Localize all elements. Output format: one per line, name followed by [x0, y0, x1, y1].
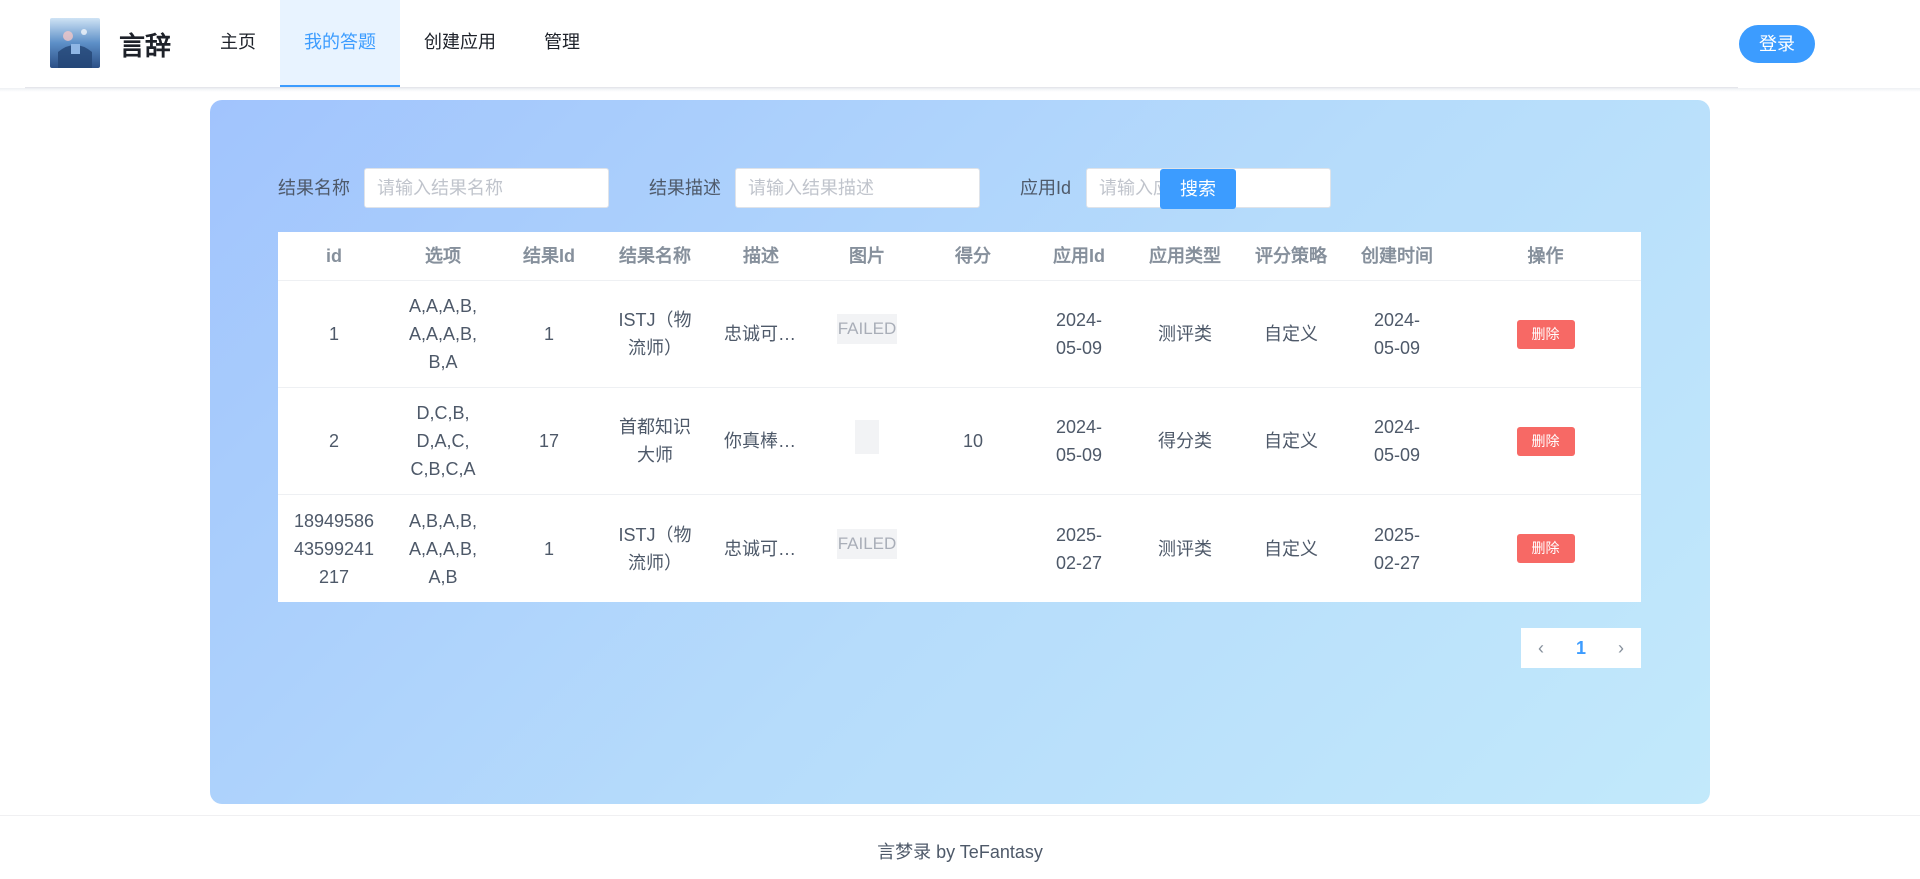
result-desc-input[interactable] [735, 168, 980, 208]
cell-actions: 删除 [1450, 281, 1641, 387]
footer-text: 言梦录 by TeFantasy [877, 842, 1043, 862]
cell-result-id: 1 [543, 324, 554, 344]
col-desc: 描述 [743, 246, 779, 266]
desc-text: 你真棒棒哦，首都知识非常出色！ [724, 431, 798, 451]
cell-options: A,B,A,B,A,A,A,B,A,B [390, 495, 496, 602]
cell-scoring: 自定义 [1264, 538, 1318, 559]
col-result-id: 结果Id [523, 246, 575, 266]
cell-created: 2024-05-09 [1344, 281, 1450, 387]
cell-id: 2 [328, 431, 339, 451]
col-actions: 操作 [1527, 246, 1564, 266]
cell-result-id: 1 [543, 538, 554, 559]
col-options: 选项 [425, 246, 461, 266]
app-logo[interactable] [50, 18, 100, 68]
nav-create-app[interactable]: 创建应用 [412, 0, 508, 87]
cell-app-id: 2024-05-09 [1026, 281, 1132, 387]
image-failed-placeholder: FAILED [836, 528, 898, 559]
nav-my-answers[interactable]: 我的答题 [280, 0, 400, 87]
col-image: 图片 [849, 246, 885, 266]
cell-result-name: 首都知识大师 [602, 388, 708, 494]
id-text: 1894958643599241217 [293, 510, 375, 587]
app-id-label: 应用Id [1020, 178, 1072, 198]
options-text: D,C,B,D,A,C,C,B,C,A [410, 403, 476, 479]
result-name-text: 首都知识大师 [619, 417, 691, 465]
created-text: 2024-05-09 [1373, 417, 1421, 465]
col-scoring: 评分策略 [1255, 246, 1327, 266]
cell-options: A,A,A,B,A,A,A,B,B,A [390, 281, 496, 387]
image-failed-placeholder: FAILED [836, 314, 898, 344]
col-result-name: 结果名称 [619, 246, 691, 266]
image-placeholder [855, 420, 879, 454]
app-id-text: 2025-02-27 [1055, 524, 1103, 573]
cell-options: D,C,B,D,A,C,C,B,C,A [390, 388, 496, 494]
delete-button[interactable]: 删除 [1516, 319, 1575, 349]
nav-admin[interactable]: 管理 [532, 0, 592, 87]
cell-result-name: ISTJ（物流师） [602, 495, 708, 602]
table-header-row: id 选项 结果Id 结果名称 描述 图片 得分 应用Id 应用类型 评分策略 … [278, 232, 1641, 281]
created-text: 2025-02-27 [1373, 524, 1421, 573]
cell-id: 1 [328, 324, 339, 344]
col-score: 得分 [955, 246, 991, 266]
created-text: 2024-05-09 [1373, 310, 1421, 358]
cell-image [814, 388, 920, 494]
cell-app-id: 2024-05-09 [1026, 388, 1132, 494]
options-text: A,B,A,B,A,A,A,B,A,B [408, 510, 478, 587]
options-text: A,A,A,B,A,A,A,B,B,A [408, 296, 478, 372]
app-id-text: 2024-05-09 [1055, 417, 1103, 465]
result-name-label: 结果名称 [278, 178, 350, 198]
col-app-id: 应用Id [1053, 246, 1105, 266]
cell-desc: 忠诚可靠，被公认为务实，注重细节。 [708, 281, 814, 387]
content-card: 结果名称 结果描述 应用Id id 选项 结果Id 结果名称 描述 图片 得分 … [210, 100, 1710, 804]
delete-button[interactable]: 删除 [1516, 426, 1575, 456]
result-desc-label: 结果描述 [649, 178, 721, 198]
cell-score [920, 281, 1026, 387]
col-id: id [326, 246, 342, 266]
results-table: id 选项 结果Id 结果名称 描述 图片 得分 应用Id 应用类型 评分策略 … [278, 232, 1641, 602]
search-button[interactable]: 搜索 [1160, 169, 1236, 209]
delete-button[interactable]: 删除 [1516, 534, 1575, 563]
cell-desc: 忠诚可靠，被公认为务实，注重细节。 [708, 495, 814, 602]
nav-home[interactable]: 主页 [208, 0, 268, 87]
login-button[interactable]: 登录 [1739, 25, 1815, 63]
desc-text: 忠诚可靠，被公认为务实，注重细节。 [724, 538, 798, 559]
cell-app-id: 2025-02-27 [1026, 495, 1132, 602]
cell-result-name: ISTJ（物流师） [602, 281, 708, 387]
cell-desc: 你真棒棒哦，首都知识非常出色！ [708, 388, 814, 494]
cell-actions: 删除 [1450, 495, 1641, 602]
cell-image: FAILED [814, 281, 920, 387]
cell-scoring: 自定义 [1264, 431, 1318, 451]
footer: 言梦录 by TeFantasy [0, 815, 1920, 879]
cell-created: 2024-05-09 [1344, 388, 1450, 494]
cell-actions: 删除 [1450, 388, 1641, 494]
table-row: 1894958643599241217 A,B,A,B,A,A,A,B,A,B … [278, 495, 1641, 602]
table-row: 2 D,C,B,D,A,C,C,B,C,A 17 首都知识大师 你真棒棒哦，首都… [278, 388, 1641, 495]
cell-app-type: 测评类 [1158, 538, 1212, 559]
cell-scoring: 自定义 [1264, 324, 1318, 344]
next-page-icon[interactable]: › [1601, 628, 1641, 668]
col-app-type: 应用类型 [1149, 246, 1221, 266]
cell-id: 1894958643599241217 [278, 495, 390, 602]
top-navbar: 言辞 主页 我的答题 创建应用 管理 登录 [0, 0, 1920, 88]
cell-app-type: 得分类 [1158, 431, 1212, 451]
cell-score [920, 495, 1026, 602]
header-shadow [0, 88, 1920, 92]
app-id-text: 2024-05-09 [1055, 310, 1103, 358]
result-name-input[interactable] [364, 168, 609, 208]
table-row: 1 A,A,A,B,A,A,A,B,B,A 1 ISTJ（物流师） 忠诚可靠，被… [278, 281, 1641, 388]
brand-name: 言辞 [119, 32, 172, 62]
cell-result-id: 17 [538, 431, 560, 451]
page-1[interactable]: 1 [1561, 628, 1601, 668]
cell-app-type: 测评类 [1158, 324, 1212, 344]
cell-created: 2025-02-27 [1344, 495, 1450, 602]
cell-image: FAILED [814, 495, 920, 602]
pagination: ‹ 1 › [1521, 628, 1641, 668]
col-created: 创建时间 [1361, 246, 1433, 266]
result-name-text: ISTJ（物流师） [618, 524, 692, 573]
cell-score: 10 [962, 431, 984, 451]
desc-text: 忠诚可靠，被公认为务实，注重细节。 [724, 324, 798, 344]
result-name-text: ISTJ（物流师） [618, 310, 692, 358]
prev-page-icon[interactable]: ‹ [1521, 628, 1561, 668]
